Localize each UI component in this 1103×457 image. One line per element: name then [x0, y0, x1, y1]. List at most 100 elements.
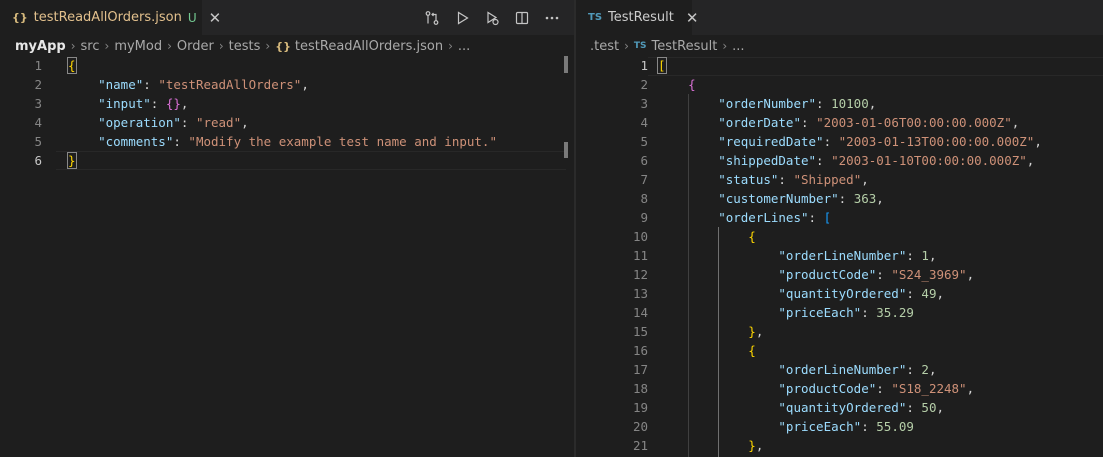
code-token: , [936, 286, 945, 301]
run-icon[interactable] [454, 10, 470, 26]
code-line[interactable]: 4 "orderDate": "2003-01-06T00:00:00.000Z… [576, 113, 1103, 132]
code-token: } [658, 324, 756, 339]
code-line[interactable]: 2 { [576, 75, 1103, 94]
code-line[interactable]: 13 "quantityOrdered": 49, [576, 284, 1103, 303]
code-token: , [876, 191, 884, 206]
breadcrumb-item-test[interactable]: .test [590, 39, 619, 54]
code-token: "read" [195, 115, 242, 130]
breadcrumb-label: ... [457, 38, 471, 54]
code-token: , [928, 362, 937, 377]
debug-run-icon[interactable] [484, 10, 500, 26]
breadcrumb-item-src[interactable]: src [81, 39, 100, 54]
breadcrumb: myApp › src › myMod › Order › tests › {}… [0, 35, 574, 57]
line-content: "priceEach": 35.29 [658, 303, 914, 322]
right-editor-group: TS TestResult ✕ .test › TS TestResult › … [576, 0, 1103, 457]
code-line[interactable]: 5 "comments": "Modify the example test n… [0, 132, 574, 151]
typescript-file-icon: TS [633, 41, 647, 51]
code-line[interactable]: 6} [0, 151, 574, 170]
code-line[interactable]: 1{ [0, 56, 574, 75]
code-token: } [658, 438, 756, 453]
code-token: , [1026, 153, 1035, 168]
code-line[interactable]: 19 "quantityOrdered": 50, [576, 398, 1103, 417]
code-token: "S18_2248" [891, 381, 967, 396]
line-number: 16 [632, 343, 648, 358]
code-line[interactable]: 7 "status": "Shipped", [576, 170, 1103, 189]
breadcrumb-item-more[interactable]: ... [458, 39, 470, 54]
code-token: : [861, 305, 877, 320]
code-line[interactable]: 3 "input": {}, [0, 94, 574, 113]
code-line[interactable]: 18 "productCode": "S18_2248", [576, 379, 1103, 398]
left-editor-group: {} testReadAllOrders.json U ✕ myApp › sr… [0, 0, 574, 457]
code-line[interactable]: 16 { [576, 341, 1103, 360]
close-icon[interactable]: ✕ [686, 9, 699, 27]
code-line[interactable]: 2 "name": "testReadAllOrders", [0, 75, 574, 94]
code-token: "quantityOrdered" [658, 400, 907, 415]
code-token: "productCode" [658, 381, 877, 396]
line-content: "orderNumber": 10100, [658, 94, 876, 113]
code-token: "2003-01-10T00:00:00.000Z" [831, 153, 1027, 168]
code-token: , [928, 248, 937, 263]
code-line[interactable]: 12 "productCode": "S24_3969", [576, 265, 1103, 284]
line-number: 20 [632, 419, 648, 434]
line-content: "orderDate": "2003-01-06T00:00:00.000Z", [658, 113, 1019, 132]
breadcrumb-item-more[interactable]: ... [732, 39, 744, 54]
breadcrumb-item-tests[interactable]: tests [229, 39, 261, 54]
code-line[interactable]: 6 "shippedDate": "2003-01-10T00:00:00.00… [576, 151, 1103, 170]
code-token: [ [823, 210, 832, 225]
code-line[interactable]: 4 "operation": "read", [0, 113, 574, 132]
code-token: 1 [921, 248, 929, 263]
chevron-right-icon: › [218, 39, 224, 53]
code-editor[interactable]: 1{2 "name": "testReadAllOrders", 3 "input… [0, 56, 574, 457]
close-icon[interactable]: ✕ [209, 9, 222, 27]
code-token: "input" [68, 96, 151, 111]
breadcrumb-item-file[interactable]: {} testReadAllOrders.json [275, 39, 443, 54]
code-line[interactable]: 8 "customerNumber": 363, [576, 189, 1103, 208]
line-content: "quantityOrdered": 49, [658, 284, 944, 303]
untracked-status-badge: U [187, 10, 197, 25]
line-content: "productCode": "S18_2248", [658, 379, 974, 398]
code-token: , [1034, 134, 1042, 149]
tab-label: TestResult [608, 10, 674, 25]
code-token: "Shipped" [793, 172, 862, 187]
code-line[interactable]: 14 "priceEach": 35.29 [576, 303, 1103, 322]
breadcrumb-label: TestResult [651, 38, 718, 54]
code-token: : [143, 77, 159, 92]
editor-actions [410, 0, 560, 35]
code-editor[interactable]: 1[2 {3 "orderNumber": 10100, 4 "orderDate… [576, 56, 1103, 457]
code-token: "status" [658, 172, 779, 187]
left-tab-bar: {} testReadAllOrders.json U ✕ [0, 0, 574, 35]
compare-changes-icon[interactable] [424, 10, 440, 26]
line-content: { [658, 341, 756, 360]
code-line[interactable]: 11 "orderLineNumber": 1, [576, 246, 1103, 265]
code-line[interactable]: 9 "orderLines": [ [576, 208, 1103, 227]
breadcrumb-item-testresult[interactable]: TS TestResult [634, 39, 717, 54]
more-icon[interactable] [544, 10, 560, 26]
code-line[interactable]: 15 }, [576, 322, 1103, 341]
code-token: "requiredDate" [658, 134, 824, 149]
code-token: : [808, 210, 824, 225]
breadcrumb-label: Order [176, 38, 214, 54]
line-number: 3 [640, 96, 648, 111]
breadcrumb-item-order[interactable]: Order [177, 39, 214, 54]
tab-test-read-all-orders[interactable]: {} testReadAllOrders.json U ✕ [0, 0, 221, 35]
line-number: 19 [632, 400, 648, 415]
line-number: 9 [640, 210, 648, 225]
breadcrumb-item-myapp[interactable]: myApp [15, 39, 66, 54]
split-editor-icon[interactable] [514, 10, 530, 26]
code-token: { [658, 229, 756, 244]
code-token: : [876, 267, 892, 282]
code-token: , [301, 77, 309, 92]
code-token: , [868, 96, 877, 111]
code-line[interactable]: 5 "requiredDate": "2003-01-13T00:00:00.0… [576, 132, 1103, 151]
code-line[interactable]: 1[ [576, 56, 1103, 75]
line-content: "orderLineNumber": 2, [658, 360, 936, 379]
tab-test-result[interactable]: TS TestResult ✕ [576, 0, 698, 35]
breadcrumb-item-mymod[interactable]: myMod [114, 39, 162, 54]
code-line[interactable]: 20 "priceEach": 55.09 [576, 417, 1103, 436]
code-line[interactable]: 17 "orderLineNumber": 2, [576, 360, 1103, 379]
code-line[interactable]: 3 "orderNumber": 10100, [576, 94, 1103, 113]
code-line[interactable]: 10 { [576, 227, 1103, 246]
code-token: : [906, 286, 922, 301]
code-token: : [173, 134, 189, 149]
code-line[interactable]: 21 }, [576, 436, 1103, 455]
